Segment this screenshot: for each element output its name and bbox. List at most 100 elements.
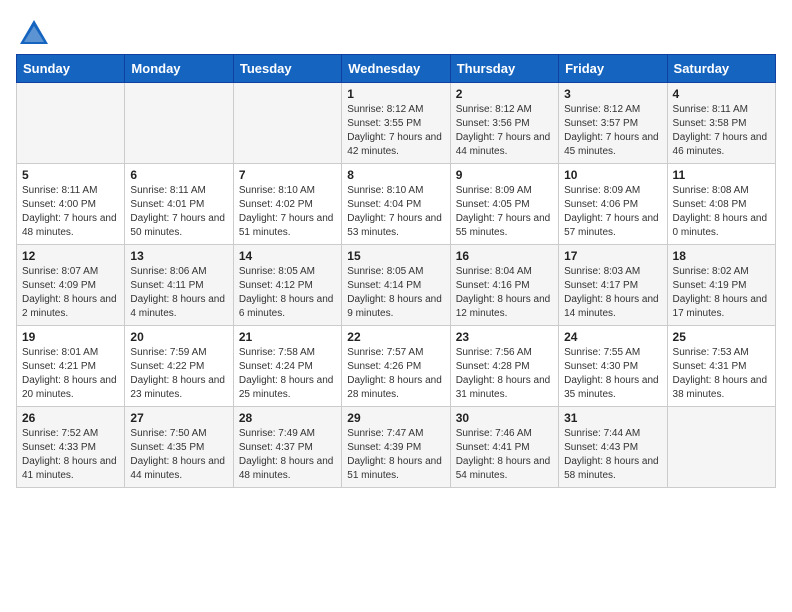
day-number: 30 [456,411,553,425]
calendar-cell [667,407,775,488]
calendar-cell: 30 Sunrise: 7:46 AM Sunset: 4:41 PM Dayli… [450,407,558,488]
calendar-cell: 11 Sunrise: 8:08 AM Sunset: 4:08 PM Dayli… [667,164,775,245]
calendar-cell: 17 Sunrise: 8:03 AM Sunset: 4:17 PM Dayli… [559,245,667,326]
day-number: 28 [239,411,336,425]
day-info: Sunrise: 7:53 AM Sunset: 4:31 PM Dayligh… [673,346,770,402]
calendar-cell: 4Sunrise: 8:11 AM Sunset: 3:58 PM Daylig… [667,83,775,164]
day-info: Sunrise: 8:05 AM Sunset: 4:12 PM Dayligh… [239,265,336,321]
day-info: Sunrise: 8:09 AM Sunset: 4:06 PM Dayligh… [564,184,661,240]
day-info: Sunrise: 7:50 AM Sunset: 4:35 PM Dayligh… [130,427,227,483]
day-number: 3 [564,87,661,101]
day-info: Sunrise: 8:12 AM Sunset: 3:55 PM Dayligh… [347,103,444,159]
logo-icon [16,16,46,46]
calendar-cell: 22 Sunrise: 7:57 AM Sunset: 4:26 PM Dayli… [342,326,450,407]
day-number: 7 [239,168,336,182]
day-number: 16 [456,249,553,263]
day-number: 17 [564,249,661,263]
day-number: 10 [564,168,661,182]
calendar-cell: 10 Sunrise: 8:09 AM Sunset: 4:06 PM Dayli… [559,164,667,245]
header-monday: Monday [125,55,233,83]
calendar-header-row: SundayMondayTuesdayWednesdayThursdayFrid… [17,55,776,83]
logo [16,16,50,46]
calendar-cell: 3 Sunrise: 8:12 AM Sunset: 3:57 PM Daylig… [559,83,667,164]
day-number: 8 [347,168,444,182]
calendar-cell [17,83,125,164]
day-info: Sunrise: 7:49 AM Sunset: 4:37 PM Dayligh… [239,427,336,483]
day-number: 22 [347,330,444,344]
day-number: 24 [564,330,661,344]
calendar-cell: 25 Sunrise: 7:53 AM Sunset: 4:31 PM Dayli… [667,326,775,407]
calendar-cell: 29 Sunrise: 7:47 AM Sunset: 4:39 PM Dayli… [342,407,450,488]
header-wednesday: Wednesday [342,55,450,83]
calendar-cell [233,83,341,164]
day-number: 20 [130,330,227,344]
day-info: Sunrise: 7:46 AM Sunset: 4:41 PM Dayligh… [456,427,553,483]
calendar-cell: 27 Sunrise: 7:50 AM Sunset: 4:35 PM Dayli… [125,407,233,488]
calendar-cell: 26 Sunrise: 7:52 AM Sunset: 4:33 PM Dayli… [17,407,125,488]
day-info: Sunrise: 8:08 AM Sunset: 4:08 PM Dayligh… [673,184,770,240]
calendar-cell: 1 Sunrise: 8:12 AM Sunset: 3:55 PM Daylig… [342,83,450,164]
day-number: 9 [456,168,553,182]
header-sunday: Sunday [17,55,125,83]
day-info: Sunrise: 8:11 AM Sunset: 4:00 PM Dayligh… [22,184,119,240]
day-number: 23 [456,330,553,344]
header-saturday: Saturday [667,55,775,83]
day-number: 4 [673,87,770,101]
day-info: Sunrise: 7:47 AM Sunset: 4:39 PM Dayligh… [347,427,444,483]
day-number: 14 [239,249,336,263]
day-info: Sunrise: 7:56 AM Sunset: 4:28 PM Dayligh… [456,346,553,402]
calendar-cell: 7 Sunrise: 8:10 AM Sunset: 4:02 PM Daylig… [233,164,341,245]
header-thursday: Thursday [450,55,558,83]
day-number: 29 [347,411,444,425]
day-info: Sunrise: 8:03 AM Sunset: 4:17 PM Dayligh… [564,265,661,321]
calendar-cell: 28 Sunrise: 7:49 AM Sunset: 4:37 PM Dayli… [233,407,341,488]
calendar-cell: 5Sunrise: 8:11 AM Sunset: 4:00 PM Daylig… [17,164,125,245]
calendar-week-1: 1 Sunrise: 8:12 AM Sunset: 3:55 PM Daylig… [17,83,776,164]
calendar-cell [125,83,233,164]
calendar-cell: 18Sunrise: 8:02 AM Sunset: 4:19 PM Dayli… [667,245,775,326]
day-info: Sunrise: 8:11 AM Sunset: 4:01 PM Dayligh… [130,184,227,240]
day-info: Sunrise: 8:12 AM Sunset: 3:57 PM Dayligh… [564,103,661,159]
calendar-cell: 13 Sunrise: 8:06 AM Sunset: 4:11 PM Dayli… [125,245,233,326]
day-info: Sunrise: 8:06 AM Sunset: 4:11 PM Dayligh… [130,265,227,321]
calendar-week-5: 26 Sunrise: 7:52 AM Sunset: 4:33 PM Dayli… [17,407,776,488]
calendar-cell: 23 Sunrise: 7:56 AM Sunset: 4:28 PM Dayli… [450,326,558,407]
day-number: 19 [22,330,119,344]
day-number: 31 [564,411,661,425]
day-number: 26 [22,411,119,425]
day-info: Sunrise: 8:10 AM Sunset: 4:04 PM Dayligh… [347,184,444,240]
calendar-cell: 21 Sunrise: 7:58 AM Sunset: 4:24 PM Dayli… [233,326,341,407]
calendar-cell: 2Sunrise: 8:12 AM Sunset: 3:56 PM Daylig… [450,83,558,164]
day-info: Sunrise: 8:02 AM Sunset: 4:19 PM Dayligh… [673,265,770,321]
calendar-week-2: 5Sunrise: 8:11 AM Sunset: 4:00 PM Daylig… [17,164,776,245]
calendar-cell: 6 Sunrise: 8:11 AM Sunset: 4:01 PM Daylig… [125,164,233,245]
day-info: Sunrise: 8:07 AM Sunset: 4:09 PM Dayligh… [22,265,119,321]
header-tuesday: Tuesday [233,55,341,83]
day-info: Sunrise: 8:05 AM Sunset: 4:14 PM Dayligh… [347,265,444,321]
calendar-cell: 31 Sunrise: 7:44 AM Sunset: 4:43 PM Dayli… [559,407,667,488]
day-number: 1 [347,87,444,101]
day-number: 13 [130,249,227,263]
day-number: 21 [239,330,336,344]
day-number: 15 [347,249,444,263]
day-info: Sunrise: 8:10 AM Sunset: 4:02 PM Dayligh… [239,184,336,240]
day-info: Sunrise: 7:52 AM Sunset: 4:33 PM Dayligh… [22,427,119,483]
day-number: 11 [673,168,770,182]
day-info: Sunrise: 7:44 AM Sunset: 4:43 PM Dayligh… [564,427,661,483]
page-header [16,16,776,46]
day-info: Sunrise: 8:12 AM Sunset: 3:56 PM Dayligh… [456,103,553,159]
day-info: Sunrise: 7:55 AM Sunset: 4:30 PM Dayligh… [564,346,661,402]
day-info: Sunrise: 8:09 AM Sunset: 4:05 PM Dayligh… [456,184,553,240]
calendar-cell: 20 Sunrise: 7:59 AM Sunset: 4:22 PM Dayli… [125,326,233,407]
day-number: 27 [130,411,227,425]
calendar-cell: 19Sunrise: 8:01 AM Sunset: 4:21 PM Dayli… [17,326,125,407]
day-info: Sunrise: 7:58 AM Sunset: 4:24 PM Dayligh… [239,346,336,402]
day-number: 25 [673,330,770,344]
day-info: Sunrise: 7:59 AM Sunset: 4:22 PM Dayligh… [130,346,227,402]
calendar-cell: 12Sunrise: 8:07 AM Sunset: 4:09 PM Dayli… [17,245,125,326]
day-number: 6 [130,168,227,182]
calendar-cell: 9 Sunrise: 8:09 AM Sunset: 4:05 PM Daylig… [450,164,558,245]
calendar-cell: 14 Sunrise: 8:05 AM Sunset: 4:12 PM Dayli… [233,245,341,326]
calendar-cell: 15 Sunrise: 8:05 AM Sunset: 4:14 PM Dayli… [342,245,450,326]
day-info: Sunrise: 7:57 AM Sunset: 4:26 PM Dayligh… [347,346,444,402]
